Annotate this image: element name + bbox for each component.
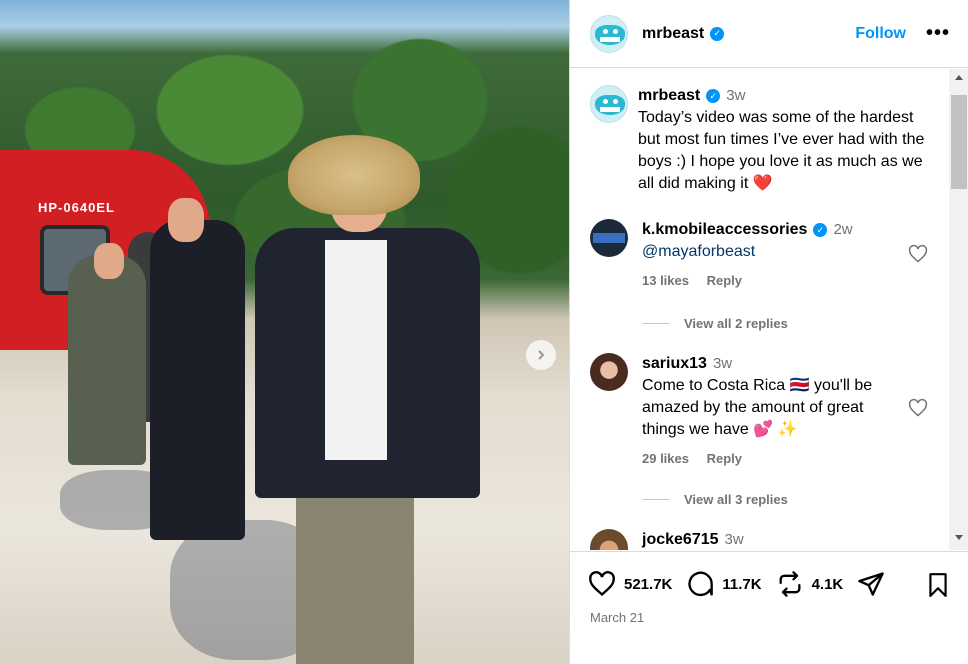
comment-item: jocke6715 3w: [590, 529, 940, 550]
action-row: 521.7K 11.7K 4.1K: [588, 570, 885, 598]
comment-item: sariux13 3w Come to Costa Rica 🇨🇷 you'll …: [590, 353, 940, 466]
post-panel: mrbeast ✓ Follow ••• mrbeast ✓ 3w Today’s …: [569, 0, 968, 664]
avatar-logo-eye: [603, 99, 608, 104]
reply-button[interactable]: Reply: [707, 273, 742, 288]
replies-divider: [642, 499, 670, 500]
post-photo[interactable]: HP-0640EL: [0, 0, 569, 664]
comment-meta: 29 likes Reply: [642, 451, 940, 466]
avatar[interactable]: [590, 529, 628, 550]
photo-person-1-tee: [325, 240, 387, 460]
share-icon[interactable]: [857, 570, 885, 598]
avatar-logo-eye: [613, 28, 618, 34]
more-options-icon[interactable]: •••: [926, 22, 950, 45]
photo-person-2: [150, 220, 245, 540]
comment-text: Come to Costa Rica 🇨🇷 you'll be amazed b…: [642, 377, 873, 438]
bookmark-icon[interactable]: [925, 572, 951, 598]
photo-helicopter-registration: HP-0640EL: [38, 200, 115, 215]
header-username[interactable]: mrbeast: [642, 25, 704, 43]
verified-badge-icon: ✓: [710, 26, 725, 41]
avatar[interactable]: [590, 219, 628, 257]
view-replies-button[interactable]: View all 2 replies: [642, 316, 788, 331]
caption-username[interactable]: mrbeast: [638, 87, 700, 104]
post-header: mrbeast ✓ Follow •••: [570, 0, 968, 68]
comment-time[interactable]: 3w: [713, 355, 732, 372]
next-photo-button[interactable]: [526, 340, 556, 370]
heart-icon[interactable]: [908, 398, 928, 418]
follow-button[interactable]: Follow: [855, 25, 906, 43]
photo-person-1-hat: [288, 135, 420, 215]
avatar-logo: [595, 24, 625, 45]
caption-time[interactable]: 3w: [726, 87, 745, 104]
comment-likes[interactable]: 13 likes: [642, 273, 689, 288]
photo-person-3-head: [94, 243, 124, 279]
view-replies-label: View all 3 replies: [684, 492, 788, 507]
reply-button[interactable]: Reply: [707, 451, 742, 466]
comment-time[interactable]: 3w: [725, 531, 744, 548]
comment-body: k.kmobileaccessories ✓ 2w @mayaforbeast: [642, 219, 882, 263]
comments-scrollbar[interactable]: [949, 69, 968, 550]
view-replies-button[interactable]: View all 3 replies: [642, 492, 788, 507]
comment-item: k.kmobileaccessories ✓ 2w @mayaforbeast 13…: [590, 219, 940, 288]
comment-body: jocke6715 3w: [642, 529, 882, 550]
post-caption: mrbeast ✓ 3w Today’s video was some of the…: [590, 85, 940, 195]
comment-icon[interactable]: [686, 570, 714, 598]
comment-username[interactable]: jocke6715: [642, 531, 719, 548]
scroll-down-arrow-icon[interactable]: [955, 535, 963, 540]
comments-list[interactable]: mrbeast ✓ 3w Today’s video was some of the…: [570, 69, 949, 550]
verified-badge-icon: ✓: [706, 89, 721, 103]
post-date[interactable]: March 21: [590, 610, 644, 625]
comment-likes[interactable]: 29 likes: [642, 451, 689, 466]
comment-body: sariux13 3w Come to Costa Rica 🇨🇷 you'll …: [642, 353, 882, 441]
replies-divider: [642, 323, 670, 324]
avatar-logo: [593, 233, 625, 243]
avatar-logo-mouth: [600, 36, 620, 42]
comment-time[interactable]: 2w: [833, 221, 852, 238]
avatar-logo-mouth: [600, 107, 620, 112]
comments-count[interactable]: 11.7K: [722, 576, 761, 593]
verified-badge-icon: ✓: [813, 223, 828, 237]
view-replies-label: View all 2 replies: [684, 316, 788, 331]
post-actions: 521.7K 11.7K 4.1K March 21: [570, 551, 968, 664]
avatar[interactable]: [590, 353, 628, 391]
photo-person-3: [68, 255, 146, 465]
avatar-logo-eye: [613, 99, 618, 104]
reposts-count[interactable]: 4.1K: [812, 576, 844, 593]
avatar[interactable]: [590, 85, 628, 123]
avatar-logo: [595, 95, 625, 115]
heart-icon[interactable]: [588, 570, 616, 598]
comment-mention-link[interactable]: @mayaforbeast: [642, 243, 755, 260]
caption-text: Today’s video was some of the hardest bu…: [638, 109, 925, 192]
repost-icon[interactable]: [776, 570, 804, 598]
chevron-right-icon: [538, 350, 545, 360]
heart-icon[interactable]: [908, 244, 928, 264]
comment-username[interactable]: sariux13: [642, 355, 707, 372]
likes-count[interactable]: 521.7K: [624, 576, 672, 593]
comment-meta: 13 likes Reply: [642, 273, 940, 288]
scroll-up-arrow-icon[interactable]: [955, 75, 963, 80]
avatar-logo-eye: [603, 28, 608, 34]
caption-body: mrbeast ✓ 3w Today’s video was some of the…: [638, 85, 940, 195]
photo-person-2-head: [168, 198, 204, 242]
scroll-thumb[interactable]: [951, 95, 967, 189]
comment-username[interactable]: k.kmobileaccessories: [642, 221, 807, 238]
avatar[interactable]: [590, 14, 628, 53]
